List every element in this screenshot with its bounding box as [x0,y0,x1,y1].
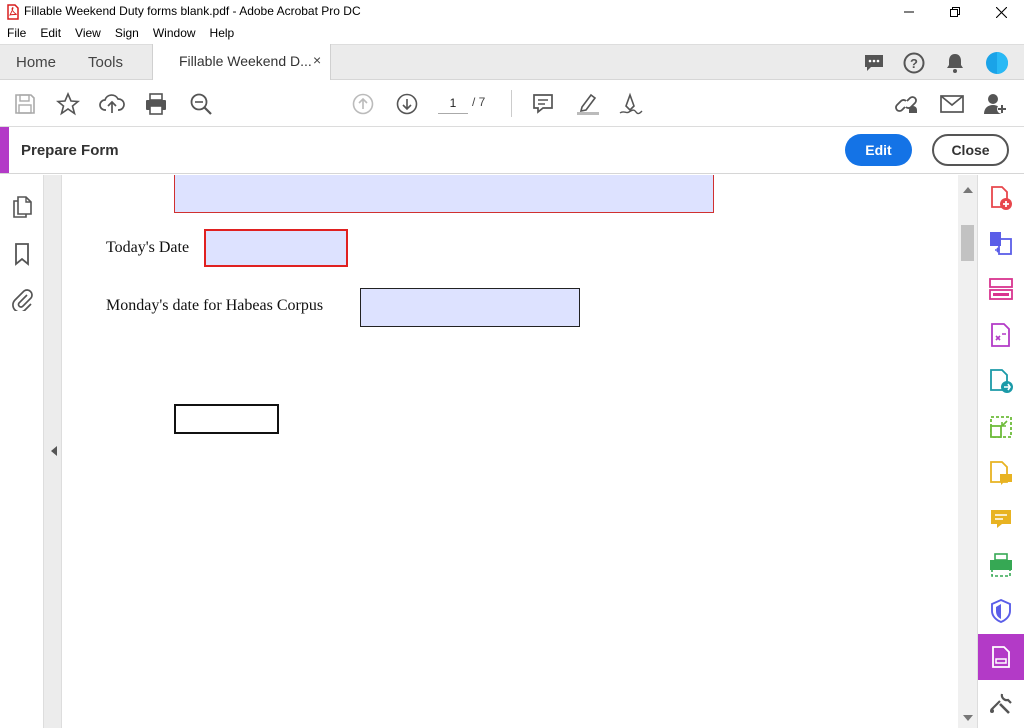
bookmark-star-icon[interactable] [55,91,81,117]
comment-file-icon[interactable] [988,460,1014,486]
save-icon[interactable] [12,91,38,117]
tab-document[interactable]: Fillable Weekend D... × [152,44,331,81]
vertical-scrollbar[interactable] [958,175,977,728]
edit-button[interactable]: Edit [845,134,912,166]
prepare-form-icon[interactable] [988,644,1014,670]
combine-files-icon[interactable] [988,230,1014,256]
tab-tools[interactable]: Tools [88,45,123,80]
main-toolbar: 1 / 7 [0,80,1024,127]
todays-date-field[interactable] [204,229,348,267]
zoom-icon[interactable] [188,91,214,117]
print-icon[interactable] [143,91,169,117]
scroll-up-icon[interactable] [963,187,973,193]
page-number-input[interactable]: 1 [438,94,468,114]
menu-window[interactable]: Window [146,24,203,44]
menu-file[interactable]: File [0,24,33,44]
share-link-icon[interactable] [895,91,921,117]
monday-date-field[interactable] [360,288,580,327]
prepare-form-bar: Prepare Form Edit Close [0,127,1024,174]
menu-view[interactable]: View [68,24,108,44]
window-close-button[interactable] [978,0,1024,24]
acrobat-app-icon [6,4,20,20]
email-icon[interactable] [939,91,965,117]
tab-document-label: Fillable Weekend D... [179,53,312,69]
protect-icon[interactable] [988,598,1014,624]
notifications-bell-icon[interactable] [943,51,967,75]
right-tools-panel [977,175,1024,728]
menu-sign[interactable]: Sign [108,24,146,44]
menu-edit[interactable]: Edit [33,24,68,44]
comments-icon[interactable] [862,51,886,75]
export-pdf-icon[interactable] [988,368,1014,394]
upload-icon[interactable] [99,91,125,117]
title-bar: Fillable Weekend Duty forms blank.pdf - … [0,0,1024,24]
highlight-icon[interactable] [575,91,601,117]
bookmark-icon[interactable] [11,242,33,266]
pages-icon[interactable] [11,195,33,219]
more-tools-icon[interactable] [988,690,1014,716]
print-production-icon[interactable] [988,552,1014,578]
create-pdf-icon[interactable] [988,185,1014,211]
collapse-arrow-icon [51,446,57,456]
page-total: / 7 [472,95,486,109]
account-avatar-icon[interactable] [985,51,1009,75]
edit-pdf-icon[interactable] [988,322,1014,348]
comment-icon[interactable] [988,506,1014,532]
svg-text:?: ? [910,56,918,71]
left-navigation-pane [0,175,44,728]
todays-date-label: Today's Date [106,239,190,256]
restore-button[interactable] [932,0,978,24]
menu-bar: File Edit View Sign Window Help [0,24,1024,44]
page-up-icon[interactable] [350,91,376,117]
organize-pages-icon[interactable] [988,276,1014,302]
form-bar-accent [0,127,9,173]
add-user-icon[interactable] [983,91,1009,117]
scroll-down-icon[interactable] [963,715,973,721]
close-button[interactable]: Close [932,134,1009,166]
menu-help[interactable]: Help [203,24,242,44]
toolbar-divider [511,90,512,117]
form-field-top[interactable] [174,175,714,213]
window-title: Fillable Weekend Duty forms blank.pdf - … [24,4,361,18]
page-down-icon[interactable] [394,91,420,117]
tab-bar: Home Tools Fillable Weekend D... × ? [0,44,1024,81]
left-pane-toggle[interactable] [44,175,62,728]
monday-date-label: Monday's date for Habeas Corpus [106,297,324,314]
prepare-form-title: Prepare Form [21,142,119,159]
tab-home[interactable]: Home [16,45,56,80]
sign-icon[interactable] [618,91,644,117]
empty-form-field[interactable] [174,404,279,434]
minimize-button[interactable] [886,0,932,24]
attachment-icon[interactable] [11,287,33,311]
tab-close-icon[interactable]: × [313,52,321,68]
comment-icon[interactable] [530,91,556,117]
help-icon[interactable]: ? [902,51,926,75]
document-page: Today's Date Monday's date for Habeas Co… [63,175,958,728]
scroll-thumb[interactable] [961,225,974,261]
compress-icon[interactable] [988,414,1014,440]
